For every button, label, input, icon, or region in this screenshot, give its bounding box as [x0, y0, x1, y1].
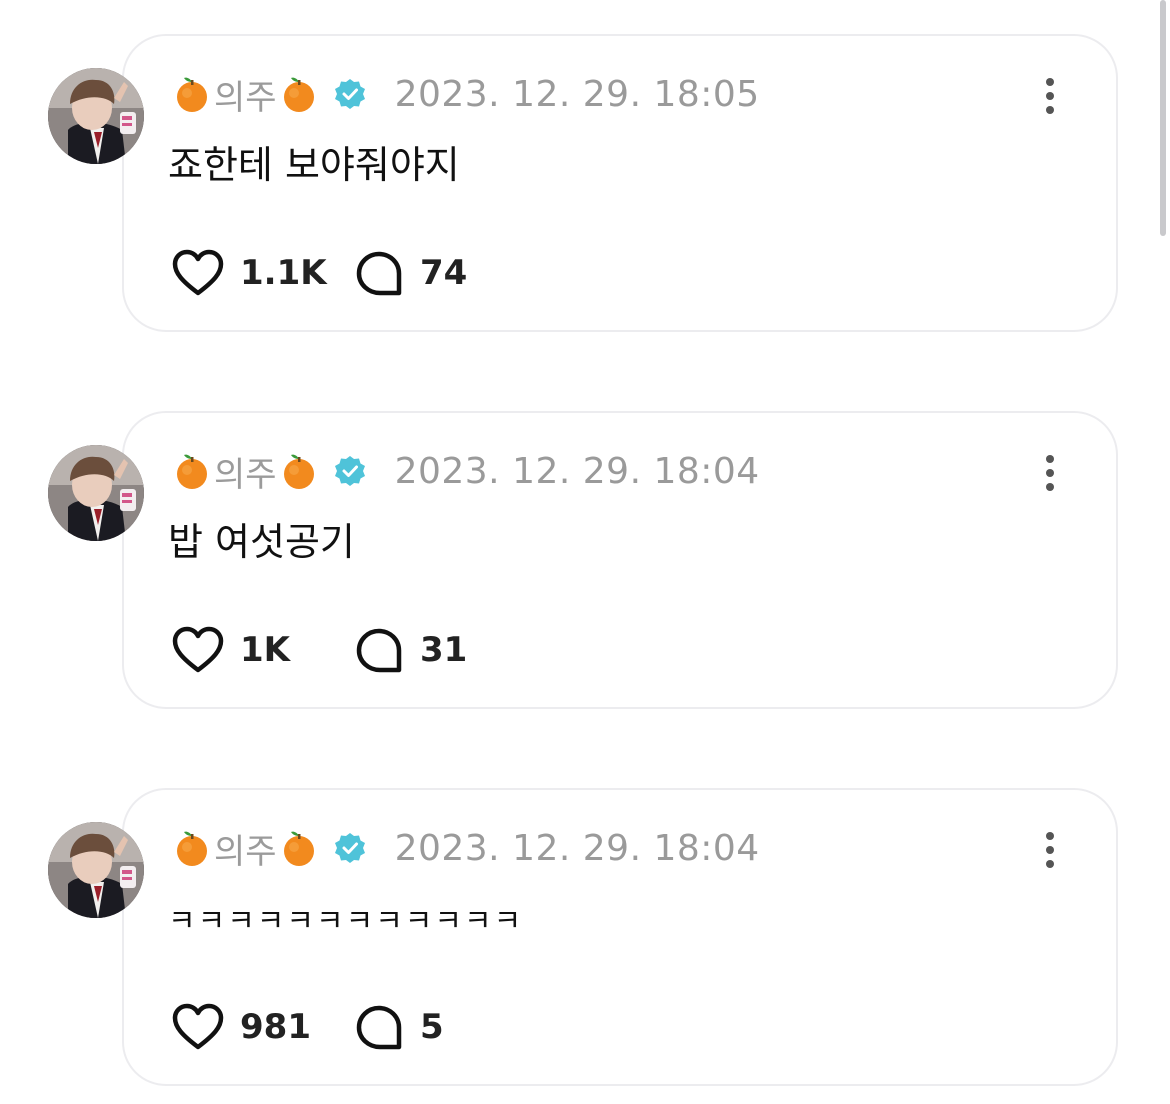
reply-count: 74 [420, 253, 468, 293]
scrollbar[interactable] [1160, 0, 1166, 236]
post-header: 의주 2023. 12. 29. 18:04 [172, 447, 760, 495]
like-count: 981 [240, 1007, 311, 1047]
username[interactable]: 의주 [214, 447, 277, 496]
tangerine-icon [177, 77, 207, 112]
post-actions: 981 5 [172, 1002, 444, 1052]
more-vertical-icon[interactable] [1042, 453, 1058, 493]
more-vertical-icon[interactable] [1042, 76, 1058, 116]
tangerine-icon [177, 454, 207, 489]
reply-button[interactable]: 5 [354, 1003, 444, 1051]
thread-feed: 의주 2023. 12. 29. 18:05 죠한테 보야줘야지 1.1K 74… [0, 0, 1170, 1104]
more-vertical-icon[interactable] [1042, 830, 1058, 870]
avatar[interactable] [48, 822, 144, 918]
post-text: 밥 여섯공기 [168, 520, 355, 564]
tangerine-icon [283, 77, 314, 112]
reply-bubble-icon [356, 1005, 402, 1050]
reply-count: 31 [420, 630, 468, 670]
reply-button[interactable]: 74 [354, 249, 467, 297]
post-header: 의주 2023. 12. 29. 18:04 [172, 824, 760, 872]
post-actions: 1K 31 [172, 625, 467, 675]
heart-icon [172, 1003, 224, 1050]
like-button[interactable]: 1K [172, 626, 354, 674]
post-card[interactable]: 의주 2023. 12. 29. 18:04 밥 여섯공기 1K 31 [122, 411, 1118, 709]
post: 의주 2023. 12. 29. 18:04 밥 여섯공기 1K 31 [0, 411, 1170, 721]
heart-icon [172, 249, 224, 296]
like-button[interactable]: 981 [172, 1003, 354, 1051]
post-card[interactable]: 의주 2023. 12. 29. 18:05 죠한테 보야줘야지 1.1K 74 [122, 34, 1118, 332]
post-actions: 1.1K 74 [172, 248, 467, 298]
post-timestamp: 2023. 12. 29. 18:04 [394, 827, 760, 869]
post-timestamp: 2023. 12. 29. 18:04 [394, 450, 760, 492]
tangerine-icon [177, 831, 207, 866]
post-timestamp: 2023. 12. 29. 18:05 [394, 73, 760, 115]
like-count: 1.1K [240, 253, 327, 293]
like-button[interactable]: 1.1K [172, 249, 354, 297]
tangerine-icon [283, 831, 314, 866]
verified-badge-icon [334, 833, 365, 863]
verified-badge-icon [334, 79, 365, 109]
post: 의주 2023. 12. 29. 18:04 ㅋㅋㅋㅋㅋㅋㅋㅋㅋㅋㅋㅋ 981 … [0, 788, 1170, 1098]
avatar[interactable] [48, 68, 144, 164]
heart-icon [172, 626, 224, 673]
reply-count: 5 [420, 1007, 444, 1047]
reply-bubble-icon [356, 628, 402, 673]
post-text: 죠한테 보야줘야지 [168, 143, 460, 187]
like-count: 1K [240, 630, 291, 670]
post: 의주 2023. 12. 29. 18:05 죠한테 보야줘야지 1.1K 74 [0, 34, 1170, 344]
username[interactable]: 의주 [214, 824, 277, 873]
reply-bubble-icon [356, 251, 402, 296]
avatar[interactable] [48, 445, 144, 541]
post-text: ㅋㅋㅋㅋㅋㅋㅋㅋㅋㅋㅋㅋ [168, 904, 524, 939]
post-card[interactable]: 의주 2023. 12. 29. 18:04 ㅋㅋㅋㅋㅋㅋㅋㅋㅋㅋㅋㅋ 981 … [122, 788, 1118, 1086]
verified-badge-icon [334, 456, 365, 486]
tangerine-icon [283, 454, 314, 489]
username[interactable]: 의주 [214, 70, 277, 119]
post-header: 의주 2023. 12. 29. 18:05 [172, 70, 760, 118]
reply-button[interactable]: 31 [354, 626, 467, 674]
